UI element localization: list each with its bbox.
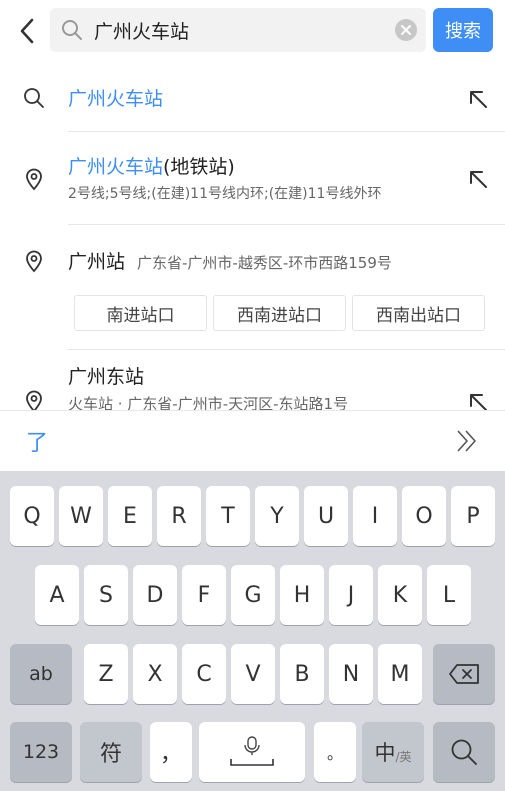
key-r[interactable]: R xyxy=(157,486,201,546)
entrance-chips: 南进站口 西南进站口 西南出站口 xyxy=(74,295,485,331)
key-z[interactable]: Z xyxy=(84,644,128,704)
suggestion-title: 广州火车站 xyxy=(68,88,164,110)
key-h[interactable]: H xyxy=(280,565,324,625)
key-n[interactable]: N xyxy=(329,644,373,704)
close-icon xyxy=(401,25,411,35)
key-b[interactable]: B xyxy=(280,644,324,704)
suggestion-place-item[interactable]: 广州火车站(地铁站) 2号线;5号线;(在建)11号线内环;(在建)11号线外环 xyxy=(0,132,505,225)
arrow-up-left-icon[interactable] xyxy=(466,390,490,410)
key-u[interactable]: U xyxy=(304,486,348,546)
key-j[interactable]: J xyxy=(329,565,373,625)
suggestion-place-item[interactable]: 广州东站 火车站 · 广东省-广州市-天河区-东站路1号 xyxy=(0,350,505,410)
location-pin-icon xyxy=(26,168,42,191)
key-d[interactable]: D xyxy=(133,565,177,625)
search-icon xyxy=(24,88,44,108)
lang-sub-label: /英 xyxy=(395,749,412,764)
arrow-up-left-icon[interactable] xyxy=(466,87,490,111)
chevron-left-icon xyxy=(20,18,34,44)
key-m[interactable]: M xyxy=(378,644,422,704)
key-ab-switch[interactable]: ab xyxy=(10,644,72,704)
key-t[interactable]: T xyxy=(206,486,250,546)
key-g[interactable]: G xyxy=(231,565,275,625)
microphone-icon xyxy=(230,736,274,766)
lang-main-label: 中 xyxy=(374,741,396,765)
entrance-chip[interactable]: 西南进站口 xyxy=(213,295,346,331)
arrow-up-left-icon[interactable] xyxy=(466,167,490,191)
search-key[interactable] xyxy=(433,722,495,782)
backspace-key[interactable] xyxy=(433,644,495,704)
key-w[interactable]: W xyxy=(59,486,103,546)
back-button[interactable] xyxy=(12,14,42,48)
search-header: 搜索 xyxy=(0,0,505,62)
search-icon xyxy=(451,739,477,765)
search-button[interactable]: 搜索 xyxy=(433,8,493,52)
search-box[interactable] xyxy=(50,8,426,52)
key-f[interactable]: F xyxy=(182,565,226,625)
key-comma[interactable]: ， xyxy=(150,722,192,782)
key-s[interactable]: S xyxy=(84,565,128,625)
key-v[interactable]: V xyxy=(231,644,275,704)
key-x[interactable]: X xyxy=(133,644,177,704)
location-pin-icon xyxy=(26,390,42,410)
key-period[interactable]: 。 xyxy=(314,722,356,782)
search-icon xyxy=(62,20,82,40)
backspace-icon xyxy=(449,664,479,684)
suggestion-list: 广州火车站 广州火车站(地铁站) 2号线;5号线;(在建)11号线内环;(在建)… xyxy=(0,62,505,410)
key-123[interactable]: 123 xyxy=(10,722,72,782)
suggestion-subtitle: 2号线;5号线;(在建)11号线内环;(在建)11号线外环 xyxy=(68,186,382,202)
entrance-chip[interactable]: 西南出站口 xyxy=(352,295,485,331)
suggestion-subtitle: 火车站 · 广东省-广州市-天河区-东站路1号 xyxy=(68,395,349,410)
key-i[interactable]: I xyxy=(353,486,397,546)
clear-button[interactable] xyxy=(395,19,417,41)
key-q[interactable]: Q xyxy=(10,486,54,546)
suggestion-address: 广东省-广州市-越秀区-环市西路159号 xyxy=(137,254,392,272)
key-y[interactable]: Y xyxy=(255,486,299,546)
key-l[interactable]: L xyxy=(427,565,471,625)
soft-keyboard: Q W E R T Y U I O P A S D F G H J K L ab… xyxy=(0,471,505,791)
entrance-chip[interactable]: 南进站口 xyxy=(74,295,207,331)
key-symbols[interactable]: 符 xyxy=(80,722,142,782)
suggestion-title: 广州火车站(地铁站) xyxy=(68,156,235,178)
key-a[interactable]: A xyxy=(35,565,79,625)
double-chevron-right-icon[interactable] xyxy=(454,427,480,455)
candidate-word[interactable]: 了 xyxy=(26,425,48,457)
key-o[interactable]: O xyxy=(402,486,446,546)
location-pin-icon xyxy=(26,250,42,273)
suggestion-title: 广州站 广东省-广州市-越秀区-环市西路159号 xyxy=(68,251,392,273)
space-key[interactable] xyxy=(199,722,305,782)
suggestion-place-item[interactable]: 广州站 广东省-广州市-越秀区-环市西路159号 xyxy=(0,225,505,350)
key-k[interactable]: K xyxy=(378,565,422,625)
key-language-switch[interactable]: 中/英 xyxy=(362,722,424,782)
key-c[interactable]: C xyxy=(182,644,226,704)
suggestion-query-item[interactable]: 广州火车站 xyxy=(0,62,505,132)
suggestion-title: 广州东站 xyxy=(68,366,145,388)
key-p[interactable]: P xyxy=(451,486,495,546)
key-e[interactable]: E xyxy=(108,486,152,546)
ime-candidate-bar: 了 xyxy=(0,410,505,471)
search-input[interactable] xyxy=(94,8,384,52)
